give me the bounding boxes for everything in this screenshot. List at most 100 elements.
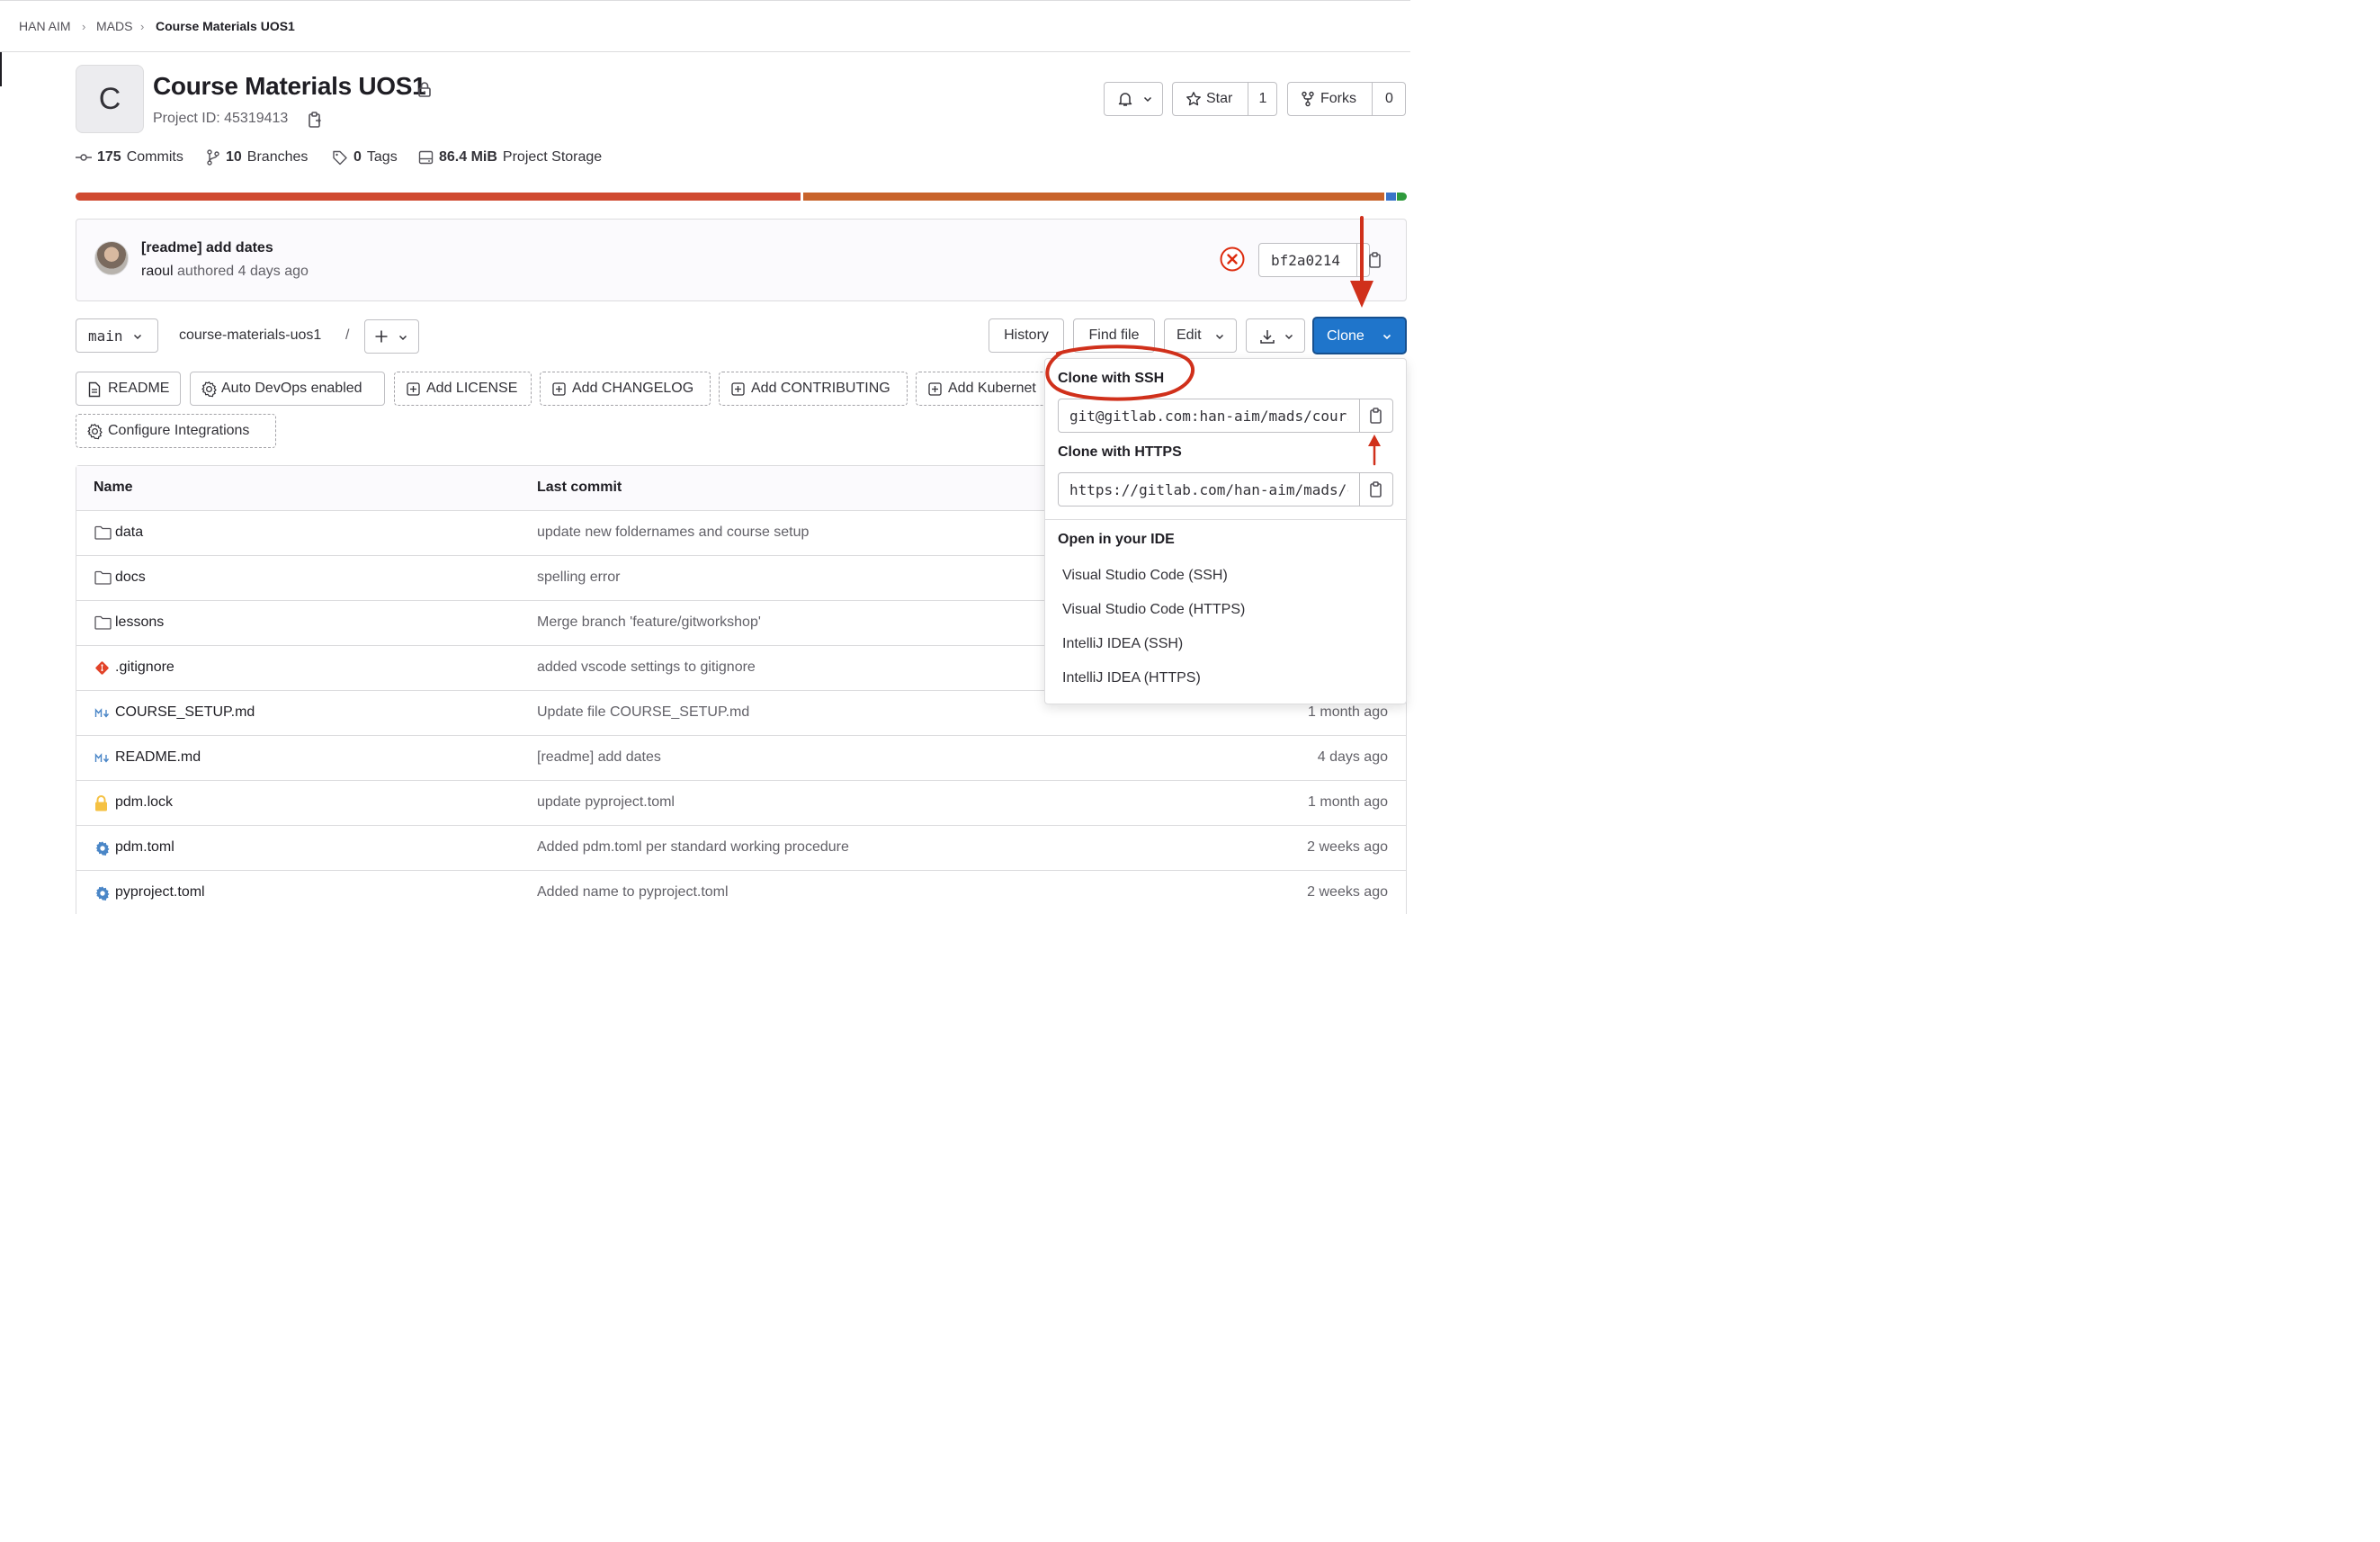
- storage-stat[interactable]: 86.4 MiB Project Storage: [418, 149, 602, 166]
- branch-icon: [206, 149, 220, 166]
- commit-message[interactable]: added vscode settings to gitignore: [537, 659, 756, 676]
- edit-button[interactable]: Edit: [1164, 318, 1237, 353]
- tags-stat[interactable]: 0 Tags: [332, 149, 398, 166]
- star-button[interactable]: Star 1: [1172, 82, 1277, 116]
- breadcrumb-item-mads[interactable]: MADS: [96, 19, 132, 33]
- settings-file-icon: [94, 885, 111, 901]
- plus-icon: [374, 329, 389, 344]
- commit-sha: bf2a0214: [1271, 252, 1341, 269]
- copy-https-url-button[interactable]: [1359, 473, 1392, 506]
- commit-date: 1 month ago: [1308, 704, 1388, 720]
- ssh-url-field[interactable]: git@gitlab.com:han-aim/mads/course-mater…: [1058, 399, 1393, 433]
- chevron-down-icon: [398, 332, 408, 343]
- ssh-url-input[interactable]: git@gitlab.com:han-aim/mads/course-mater…: [1069, 408, 1348, 425]
- copy-ssh-url-button[interactable]: [1359, 399, 1392, 432]
- add-license-label: Add LICENSE: [426, 381, 518, 396]
- tag-icon: [332, 149, 348, 166]
- branch-selector[interactable]: main: [76, 318, 158, 353]
- file-name[interactable]: .gitignore: [115, 659, 174, 676]
- https-url-field[interactable]: https://gitlab.com/han-aim/mads/course-m…: [1058, 472, 1393, 507]
- settings-icon: [201, 381, 218, 398]
- chevron-down-icon: [1214, 331, 1225, 342]
- commit-message[interactable]: spelling error: [537, 569, 620, 586]
- breadcrumb-item-current[interactable]: Course Materials UOS1: [156, 19, 295, 33]
- add-kubernetes-button[interactable]: Add Kubernet: [916, 372, 1060, 406]
- plus-square-icon: [552, 382, 566, 396]
- configure-integrations-button[interactable]: Configure Integrations: [76, 414, 276, 448]
- table-row[interactable]: pdm.toml Added pdm.toml per standard wor…: [76, 826, 1406, 871]
- breadcrumb-item-han-aim[interactable]: HAN AIM: [19, 19, 71, 33]
- ide-option-intellij-ssh[interactable]: IntelliJ IDEA (SSH): [1062, 636, 1183, 652]
- commit-message[interactable]: [readme] add dates: [141, 240, 273, 256]
- branches-stat[interactable]: 10 Branches: [206, 149, 308, 166]
- commits-stat[interactable]: 175 Commits: [76, 149, 183, 166]
- forks-button[interactable]: Forks 0: [1287, 82, 1406, 116]
- markdown-icon: [94, 753, 111, 769]
- commits-count: 175: [97, 149, 121, 165]
- file-name[interactable]: pyproject.toml: [115, 884, 205, 901]
- table-row[interactable]: pyproject.toml Added name to pyproject.t…: [76, 871, 1406, 916]
- commit-date: 2 weeks ago: [1307, 839, 1388, 855]
- pipeline-failed-icon[interactable]: [1219, 246, 1246, 273]
- copy-id-icon[interactable]: [308, 112, 322, 129]
- configure-integrations-label: Configure Integrations: [108, 423, 250, 438]
- auto-devops-button[interactable]: Auto DevOps enabled: [190, 372, 385, 406]
- ide-option-vscode-https[interactable]: Visual Studio Code (HTTPS): [1062, 602, 1245, 618]
- file-name[interactable]: COURSE_SETUP.md: [115, 704, 255, 721]
- table-row[interactable]: README.md [readme] add dates 4 days ago: [76, 736, 1406, 781]
- file-name[interactable]: README.md: [115, 749, 201, 766]
- commit-message[interactable]: update pyproject.toml: [537, 794, 675, 811]
- download-button[interactable]: [1246, 318, 1305, 353]
- file-name[interactable]: data: [115, 524, 143, 541]
- folder-icon: [94, 570, 112, 587]
- copy-sha-button[interactable]: [1356, 244, 1392, 276]
- storage-label: Project Storage: [502, 149, 603, 165]
- storage-icon: [418, 150, 434, 165]
- plus-square-icon: [731, 382, 745, 396]
- commit-icon: [76, 152, 92, 163]
- commit-message[interactable]: [readme] add dates: [537, 749, 661, 766]
- add-changelog-label: Add CHANGELOG: [572, 381, 694, 396]
- commit-message[interactable]: Added name to pyproject.toml: [537, 884, 729, 901]
- chevron-down-icon: [1382, 331, 1392, 342]
- add-contributing-button[interactable]: Add CONTRIBUTING: [719, 372, 908, 406]
- add-changelog-button[interactable]: Add CHANGELOG: [540, 372, 711, 406]
- open-in-ide-title: Open in your IDE: [1058, 532, 1175, 547]
- settings-file-icon: [94, 840, 111, 856]
- tags-label: Tags: [366, 149, 398, 165]
- add-license-button[interactable]: Add LICENSE: [394, 372, 532, 406]
- ide-option-vscode-ssh[interactable]: Visual Studio Code (SSH): [1062, 568, 1228, 584]
- commit-author[interactable]: raoul: [141, 264, 174, 279]
- file-name[interactable]: lessons: [115, 614, 164, 631]
- settings-icon: [86, 423, 103, 440]
- find-file-button[interactable]: Find file: [1073, 318, 1155, 353]
- commit-message[interactable]: update new foldernames and course setup: [537, 524, 809, 541]
- plus-square-icon: [407, 382, 420, 396]
- lock-icon: [417, 81, 432, 97]
- repo-path-link[interactable]: course-materials-uos1: [179, 327, 321, 344]
- star-icon: [1186, 83, 1202, 115]
- download-icon: [1259, 328, 1275, 345]
- https-url-input[interactable]: https://gitlab.com/han-aim/mads/course-m…: [1069, 481, 1348, 498]
- readme-button[interactable]: README: [76, 372, 181, 406]
- clone-https-title: Clone with HTTPS: [1058, 444, 1182, 460]
- chevron-down-icon: [1284, 331, 1294, 342]
- commit-sha-box[interactable]: bf2a0214: [1258, 243, 1381, 277]
- star-count: 1: [1248, 83, 1277, 115]
- notification-button[interactable]: [1104, 82, 1163, 116]
- author-avatar[interactable]: [94, 241, 129, 275]
- ide-option-intellij-https[interactable]: IntelliJ IDEA (HTTPS): [1062, 670, 1201, 686]
- commit-message[interactable]: Merge branch 'feature/gitworkshop': [537, 614, 761, 631]
- edit-label: Edit: [1177, 327, 1202, 343]
- add-to-tree-button[interactable]: [364, 319, 419, 354]
- table-row[interactable]: pdm.lock update pyproject.toml 1 month a…: [76, 781, 1406, 826]
- commit-message[interactable]: Update file COURSE_SETUP.md: [537, 704, 749, 721]
- clone-button[interactable]: Clone: [1312, 317, 1407, 354]
- file-name[interactable]: pdm.lock: [115, 794, 173, 811]
- commit-message[interactable]: Added pdm.toml per standard working proc…: [537, 839, 849, 856]
- history-button[interactable]: History: [989, 318, 1064, 353]
- file-name[interactable]: pdm.toml: [115, 839, 174, 856]
- commit-time: 4 days ago: [237, 264, 309, 279]
- project-id: Project ID: 45319413: [153, 111, 289, 126]
- file-name[interactable]: docs: [115, 569, 146, 586]
